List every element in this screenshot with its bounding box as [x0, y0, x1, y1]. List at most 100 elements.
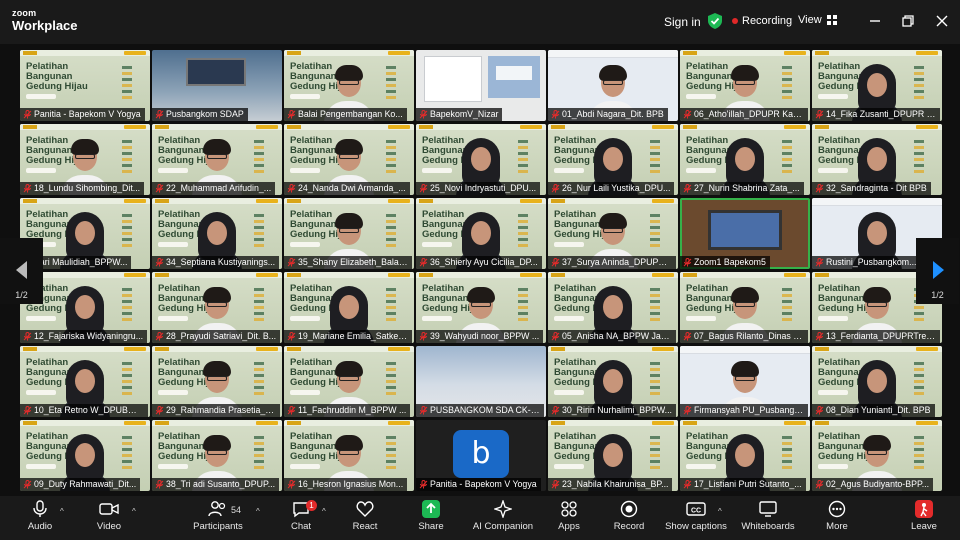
slide-banner	[20, 346, 150, 352]
participant-tile[interactable]: PUSBANGKOM SDA CK-PS	[416, 346, 546, 417]
react-button[interactable]: React	[348, 500, 382, 532]
video-button[interactable]: Video	[91, 500, 127, 532]
participant-tile[interactable]: Pelatihan Bangunan Gedung Hijau 32_Sandragi…	[812, 124, 942, 195]
participant-tile[interactable]: Pelatihan Bangunan Gedung Hijau 37_Surya An…	[548, 198, 678, 269]
stage-screen	[186, 58, 246, 86]
participant-name: 12_Fajariska Widyaningru...	[20, 330, 148, 343]
participant-name: Zoom1 Bapekom5	[680, 256, 770, 269]
slide-banner	[20, 198, 150, 204]
apps-button[interactable]: Apps	[553, 500, 585, 532]
participant-tile[interactable]: Pelatihan Bangunan Gedung Hijau Balai Penge…	[284, 50, 414, 121]
participant-tile[interactable]: Pelatihan Bangunan Gedung Hijau 07_Bagus Ri…	[680, 272, 810, 343]
participant-tile[interactable]: Pelatihan Bangunan Gedung Hijau 17_Listiani…	[680, 420, 810, 491]
minimize-icon[interactable]	[866, 12, 884, 30]
participant-tile[interactable]: Pelatihan Bangunan Gedung Hijau 11_Fachrudd…	[284, 346, 414, 417]
participant-tile[interactable]: Pelatihan Bangunan Gedung Hijau 02_Agus Bud…	[812, 420, 942, 491]
participant-tile[interactable]: Pelatihan Bangunan Gedung Hijau 29_Rahmandi…	[152, 346, 282, 417]
participant-name: 22_Muhammad Arifudin_...	[152, 182, 276, 195]
participant-tile[interactable]: Pelatihan Bangunan Gedung Hijau 19_Mariane …	[284, 272, 414, 343]
audio-button[interactable]: Audio	[22, 500, 58, 532]
show-captions-button[interactable]: CC Show captions	[664, 500, 728, 532]
participant-name: 16_Hesron Ignasius Mon...	[284, 478, 408, 491]
participant-tile[interactable]: Pelatihan Bangunan Gedung Hijau 08_Dian Yun…	[812, 346, 942, 417]
view-button[interactable]: View	[798, 14, 837, 26]
muted-microphone-icon	[419, 406, 428, 415]
next-page-button[interactable]: 1/2	[916, 238, 959, 304]
participant-tile[interactable]: Pelatihan Bangunan Gedung Hijau 24_Nanda Dw…	[284, 124, 414, 195]
ai-companion-button[interactable]: AI Companion	[470, 500, 536, 532]
participant-tile[interactable]: Pelatihan Bangunan Gedung Hijau 26_Nur Lail…	[548, 124, 678, 195]
participant-name-text: PUSBANGKOM SDA CK-PS	[430, 405, 543, 415]
participant-tile[interactable]: Pelatihan Bangunan Gedung Hijau 06_Atho'ill…	[680, 50, 810, 121]
record-button[interactable]: Record	[610, 500, 648, 532]
participant-tile[interactable]: Pelatihan Bangunan Gedung Hijau 36_Shierly …	[416, 198, 546, 269]
participant-tile[interactable]: Pelatihan Bangunan Gedung Hijau 23_Nabila K…	[548, 420, 678, 491]
video-options-caret[interactable]: ^	[132, 507, 136, 516]
slide-badge	[818, 94, 848, 99]
previous-page-button[interactable]: 1/2	[0, 238, 43, 304]
participant-name-text: 36_Shierly Ayu Cicilia_DP...	[430, 257, 538, 267]
participant-tile[interactable]: Pelatihan Bangunan Gedung Hijau 34_Septiana…	[152, 198, 282, 269]
participant-tile[interactable]: Pelatihan Bangunan Gedung Hijau 10_Eta Retn…	[20, 346, 150, 417]
heart-icon	[356, 501, 374, 517]
muted-microphone-icon	[23, 480, 32, 489]
participant-tile[interactable]: 01_Abdi Nagara_Dit. BPB	[548, 50, 678, 121]
participant-name-text: Firmansyah PU_Pusbangk...	[694, 405, 806, 415]
muted-microphone-icon	[287, 184, 296, 193]
shield-check-icon[interactable]	[708, 13, 722, 29]
participant-tile[interactable]: Pelatihan Bangunan Gedung Hijau 16_Hesron I…	[284, 420, 414, 491]
participant-name-text: 27_Nurin Shabrina Zata_...	[694, 183, 800, 193]
muted-microphone-icon	[419, 184, 428, 193]
sign-in-button[interactable]: Sign in	[656, 12, 709, 32]
participant-name-text: 01_Abdi Nagara_Dit. BPB	[562, 109, 664, 119]
participant-tile[interactable]: Pelatihan Bangunan Gedung Hijau 09_Duty Rah…	[20, 420, 150, 491]
projector-screen	[708, 210, 782, 250]
slide-banner	[680, 50, 810, 56]
participant-tile[interactable]: Pelatihan Bangunan Gedung Hijau 38_Tri adi …	[152, 420, 282, 491]
page-indicator-left: 1/2	[15, 290, 28, 300]
audio-options-caret[interactable]: ^	[60, 507, 64, 516]
participant-tile[interactable]: Pelatihan Bangunan Gedung Hijau 27_Nurin Sh…	[680, 124, 810, 195]
participant-tile[interactable]: Pusbangkom SDAP	[152, 50, 282, 121]
participant-tile[interactable]: Pelatihan Bangunan Gedung Hijau 28_Prayudi …	[152, 272, 282, 343]
participant-name: BapekomV_Nizar	[416, 108, 503, 121]
chat-options-caret[interactable]: ^	[322, 507, 326, 516]
participant-tile[interactable]: Pelatihan Bangunan Gedung Hijau 05_Anisha N…	[548, 272, 678, 343]
participant-name-text: 18_Lundu Sihombing_Dit...	[34, 183, 141, 193]
leave-button[interactable]: Leave	[908, 500, 940, 532]
participant-tile[interactable]: Pelatihan Bangunan Gedung Hijau 35_Shany El…	[284, 198, 414, 269]
recording-indicator[interactable]: Recording	[732, 15, 792, 27]
muted-microphone-icon	[155, 184, 164, 193]
participant-tile[interactable]: Pelatihan Bangunan Gedung Hijau 22_Muhammad…	[152, 124, 282, 195]
share-button[interactable]: Share	[414, 500, 448, 532]
whiteboards-button[interactable]: Whiteboards	[740, 500, 796, 532]
participants-options-caret[interactable]: ^	[256, 507, 260, 516]
slide-badge	[686, 316, 716, 321]
participant-tile[interactable]: Pelatihan Bangunan Gedung Hijau 25_Novi Ind…	[416, 124, 546, 195]
muted-microphone-icon	[683, 332, 692, 341]
participant-tile[interactable]: Pelatihan Bangunan Gedung Hijau 39_Wahyudi …	[416, 272, 546, 343]
participant-name-text: 13_Ferdianta_DPUPRTren...	[826, 331, 939, 341]
slide-badge	[26, 464, 56, 469]
restore-icon[interactable]	[899, 12, 917, 30]
participant-name: 06_Atho'illah_DPUPR Kab...	[680, 108, 808, 121]
close-icon[interactable]	[933, 12, 951, 30]
participant-tile[interactable]: Pelatihan Bangunan Gedung Hijau 14_Fika Zus…	[812, 50, 942, 121]
participant-tile[interactable]: b Panitia - Bapekom V Yogya	[416, 420, 546, 491]
participant-name-text: 32_Sandraginta - Dit BPB	[826, 183, 927, 193]
participant-tile[interactable]: Pelatihan Bangunan Gedung Hijau 30_Ririn Nu…	[548, 346, 678, 417]
participant-tile[interactable]: Zoom1 Bapekom5	[680, 198, 810, 269]
muted-microphone-icon	[815, 332, 824, 341]
ai-companion-label: AI Companion	[472, 521, 534, 532]
captions-options-caret[interactable]: ^	[718, 507, 722, 516]
more-button[interactable]: More	[822, 500, 852, 532]
slide-pattern	[122, 288, 132, 322]
participant-tile[interactable]: Pelatihan Bangunan Gedung Hijau Panitia - B…	[20, 50, 150, 121]
participant-tile[interactable]: Pelatihan Bangunan Gedung Hijau 18_Lundu Si…	[20, 124, 150, 195]
participant-tile[interactable]: Firmansyah PU_Pusbangk...	[680, 346, 810, 417]
muted-microphone-icon	[23, 406, 32, 415]
muted-microphone-icon	[419, 480, 428, 489]
participant-name-text: Panitia - Bapekom V Yogya	[430, 479, 537, 489]
participant-tile[interactable]: BapekomV_Nizar	[416, 50, 546, 121]
slide-pattern	[254, 214, 264, 248]
